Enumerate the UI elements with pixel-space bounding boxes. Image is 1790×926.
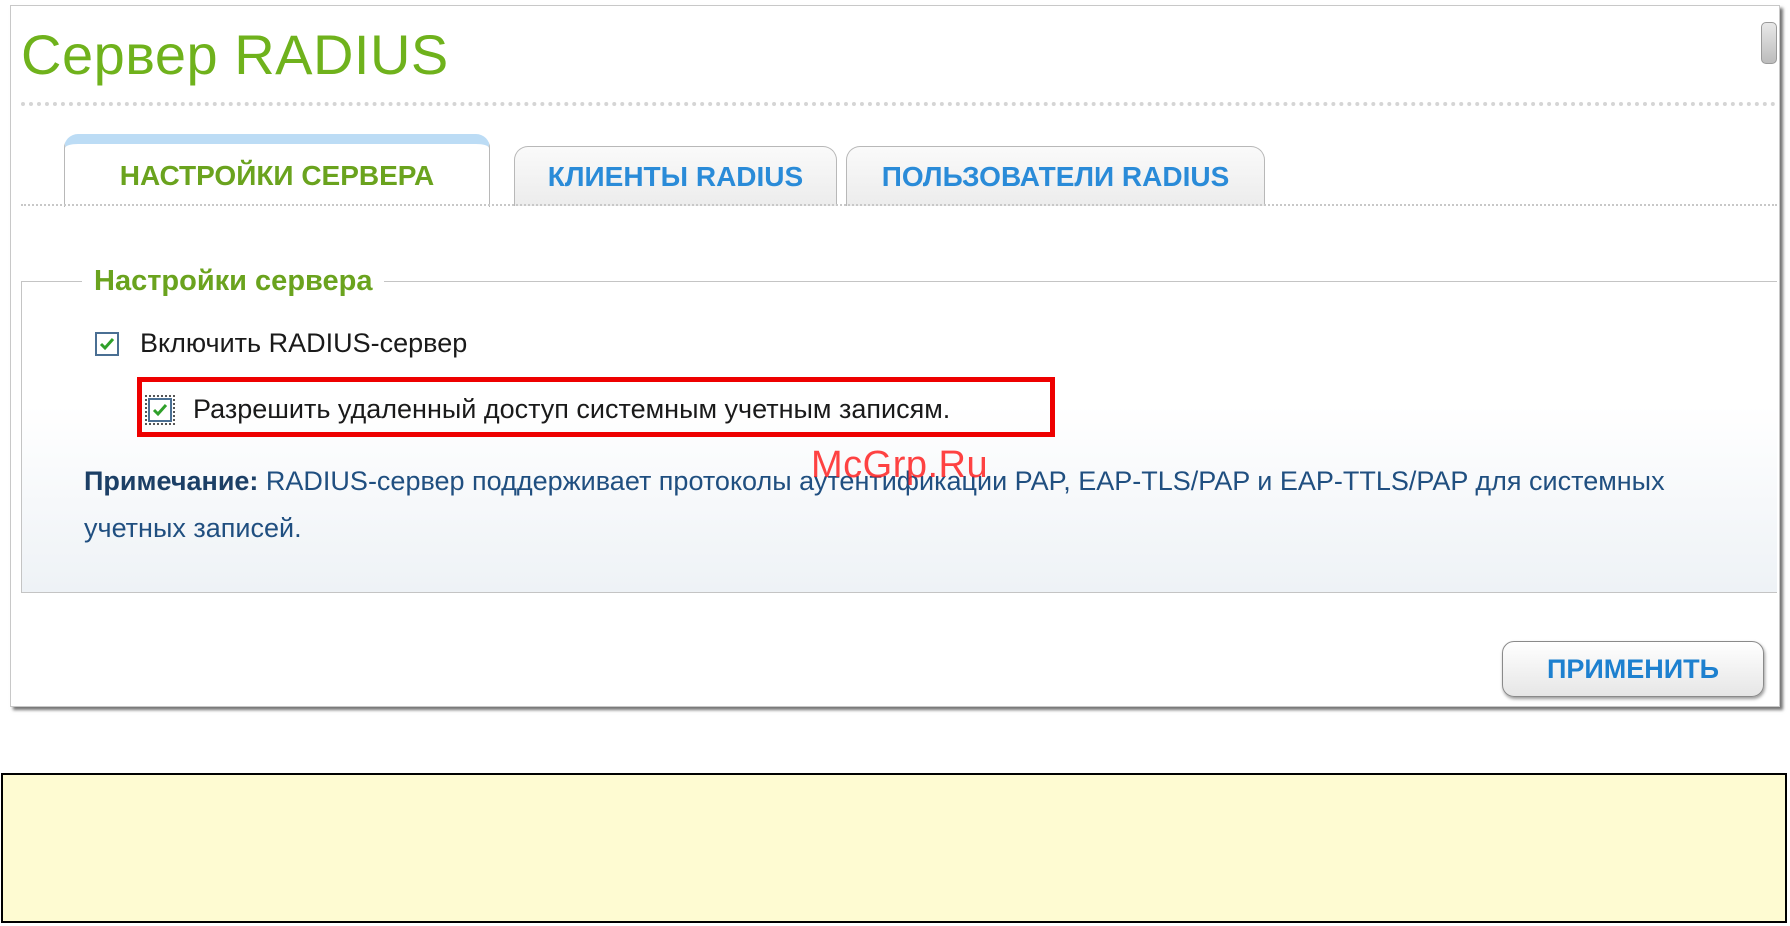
apply-button[interactable]: ПРИМЕНИТЬ	[1502, 641, 1764, 697]
tabs-divider	[21, 204, 1777, 206]
tab-radius-clients-label: КЛИЕНТЫ RADIUS	[547, 160, 804, 192]
page-root: Сервер RADIUS НАСТРОЙКИ СЕРВЕРА КЛИЕНТЫ …	[0, 0, 1790, 926]
tab-radius-users[interactable]: ПОЛЬЗОВАТЕЛИ RADIUS	[846, 146, 1265, 206]
checkmark-icon	[99, 337, 115, 350]
checkmark-icon	[152, 403, 168, 416]
enable-radius-label: Включить RADIUS-сервер	[140, 328, 468, 358]
tab-server-settings[interactable]: НАСТРОЙКИ СЕРВЕРА	[64, 134, 490, 207]
enable-radius-row: Включить RADIUS-сервер	[95, 328, 467, 359]
tab-radius-users-label: ПОЛЬЗОВАТЕЛИ RADIUS	[881, 160, 1230, 192]
enable-radius-checkbox[interactable]	[95, 331, 119, 356]
allow-remote-label: Разрешить удаленный доступ системным уче…	[193, 394, 951, 424]
server-settings-legend: Настройки сервера	[82, 258, 385, 304]
note-label: Примечание:	[84, 466, 259, 496]
allow-remote-checkbox[interactable]	[145, 394, 175, 425]
title-divider	[21, 102, 1777, 106]
allow-remote-row: Разрешить удаленный доступ системным уче…	[145, 394, 951, 425]
tab-radius-clients[interactable]: КЛИЕНТЫ RADIUS	[514, 146, 837, 206]
radius-server-panel: Сервер RADIUS НАСТРОЙКИ СЕРВЕРА КЛИЕНТЫ …	[10, 5, 1780, 707]
scrollbar-handle[interactable]	[1761, 22, 1777, 64]
watermark: McGrp.Ru	[811, 444, 989, 486]
server-settings-group: Настройки сервера Включить RADIUS-сервер…	[21, 258, 1777, 593]
empty-note-box	[1, 773, 1787, 923]
page-title: Сервер RADIUS	[21, 23, 449, 86]
tab-server-settings-label: НАСТРОЙКИ СЕРВЕРА	[119, 159, 435, 191]
